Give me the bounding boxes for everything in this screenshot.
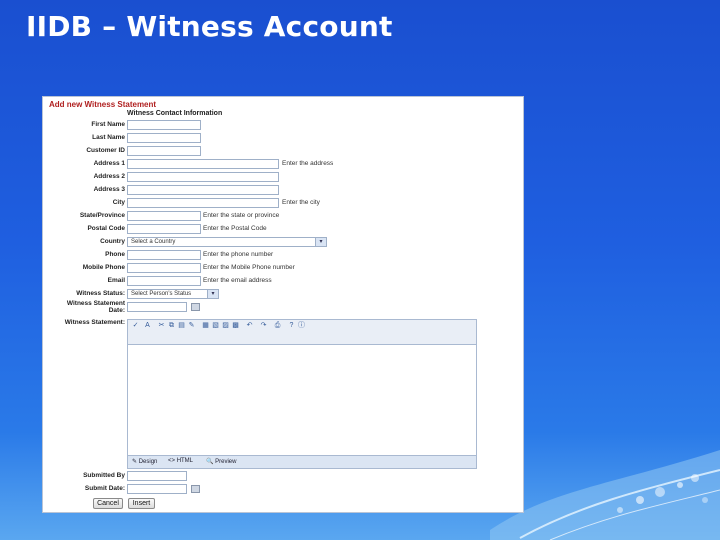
chevron-down-icon: ▾ <box>315 238 326 246</box>
copy-icon[interactable]: ⧉ <box>168 322 175 329</box>
email-label: Email <box>107 277 125 284</box>
mobile-input[interactable] <box>127 263 201 273</box>
paste-html-icon[interactable]: ▨ <box>222 322 229 329</box>
slide-title: IIDB – Witness Account <box>26 10 393 43</box>
form-heading: Add new Witness Statement <box>49 100 157 109</box>
statement-date-input[interactable] <box>127 302 187 312</box>
find-icon[interactable]: A <box>144 322 151 329</box>
address3-input[interactable] <box>127 185 279 195</box>
statement-text-area[interactable] <box>128 345 476 457</box>
phone-input[interactable] <box>127 250 201 260</box>
first-name-label: First Name <box>91 121 125 128</box>
address1-label: Address 1 <box>93 160 125 167</box>
state-input[interactable] <box>127 211 201 221</box>
email-input[interactable] <box>127 276 201 286</box>
city-input[interactable] <box>127 198 279 208</box>
country-select[interactable]: Select a Country ▾ <box>127 237 327 247</box>
address2-input[interactable] <box>127 172 279 182</box>
postal-label: Postal Code <box>87 225 125 232</box>
postal-hint: Enter the Postal Code <box>203 225 267 232</box>
city-label: City <box>112 199 125 206</box>
calendar-icon[interactable] <box>191 485 200 493</box>
editor-toolbar-bottom: Paragraph Style I S ≡ ≡ ≡ ≡ ⇥ ⇤ • # x² ⛓… <box>128 332 476 354</box>
phone-label: Phone <box>105 251 125 258</box>
format-painter-icon[interactable]: ✎ <box>188 322 195 329</box>
section-heading: Witness Contact Information <box>127 110 223 117</box>
witness-status-select[interactable]: Select Person's Status ▾ <box>127 289 219 299</box>
statement-label: Witness Statement: <box>64 319 125 326</box>
html-tab[interactable]: <> HTML <box>168 458 193 464</box>
submit-date-input[interactable] <box>127 484 187 494</box>
first-name-input[interactable] <box>127 120 201 130</box>
check-icon[interactable]: ✓ <box>132 322 139 329</box>
address2-label: Address 2 <box>93 173 125 180</box>
editor-mode-bar: ✎ Design <> HTML 🔍 Preview <box>128 455 476 468</box>
chevron-down-icon: ▾ <box>207 290 218 298</box>
redo-icon[interactable]: ↷ <box>260 322 267 329</box>
print-icon[interactable]: ⎙ <box>274 322 281 329</box>
help-icon[interactable]: ? <box>288 322 295 329</box>
paste-word-icon[interactable]: ▧ <box>212 322 219 329</box>
cancel-button[interactable]: Cancel <box>93 498 123 509</box>
rich-text-editor: ✓ A ✂ ⧉ ▤ ✎ ▦ ▧ ▨ ▩ ↶ ↷ ⎙ ? ⓘ Paragraph … <box>127 319 477 469</box>
witness-status-label: Witness Status: <box>76 290 125 297</box>
clean-icon[interactable]: ▩ <box>232 322 239 329</box>
paste-text-icon[interactable]: ▦ <box>202 322 209 329</box>
preview-tab[interactable]: 🔍 Preview <box>206 458 236 465</box>
decorative-wave <box>490 450 720 540</box>
undo-icon[interactable]: ↶ <box>246 322 253 329</box>
state-label: State/Province <box>79 212 125 219</box>
last-name-label: Last Name <box>92 134 125 141</box>
email-hint: Enter the email address <box>203 277 272 284</box>
cut-icon[interactable]: ✂ <box>158 322 165 329</box>
submit-date-label: Submit Date: <box>84 485 125 492</box>
submitted-by-input[interactable] <box>127 471 187 481</box>
witness-status-value: Select Person's Status <box>131 291 192 297</box>
city-hint: Enter the city <box>282 199 320 206</box>
mobile-label: Mobile Phone <box>82 264 125 271</box>
about-icon[interactable]: ⓘ <box>298 322 305 329</box>
postal-input[interactable] <box>127 224 201 234</box>
country-label: Country <box>100 238 125 245</box>
address3-label: Address 3 <box>93 186 125 193</box>
customer-id-input[interactable] <box>127 146 201 156</box>
design-tab[interactable]: ✎ Design <box>132 458 157 465</box>
calendar-icon[interactable] <box>191 303 200 311</box>
insert-button[interactable]: Insert <box>128 498 155 509</box>
address-hint: Enter the address <box>282 160 334 167</box>
customer-id-label: Customer ID <box>86 147 125 154</box>
country-select-value: Select a Country <box>131 239 176 245</box>
state-hint: Enter the state or province <box>203 212 280 219</box>
submitted-by-label: Submitted By <box>83 472 125 479</box>
last-name-input[interactable] <box>127 133 201 143</box>
form-screenshot: Add new Witness Statement Witness Contac… <box>42 96 524 513</box>
address1-input[interactable] <box>127 159 279 169</box>
statement-date-label: Witness Statement Date: <box>66 300 125 314</box>
phone-hint: Enter the phone number <box>203 251 274 258</box>
mobile-hint: Enter the Mobile Phone number <box>203 264 295 271</box>
paste-icon[interactable]: ▤ <box>178 322 185 329</box>
